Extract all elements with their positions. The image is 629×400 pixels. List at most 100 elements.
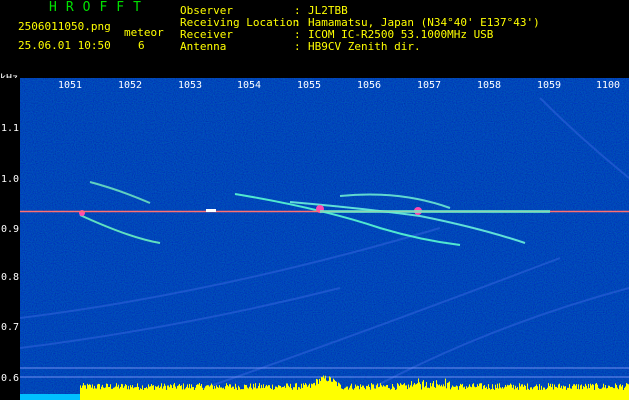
level-bar (564, 386, 565, 400)
level-bar (575, 385, 576, 400)
level-bar (195, 387, 196, 400)
level-bar (503, 388, 504, 400)
level-bar (22, 394, 23, 400)
level-bar (563, 385, 564, 400)
level-bar (261, 384, 262, 400)
level-bar (479, 383, 480, 400)
level-bar (386, 385, 387, 400)
level-bar (260, 388, 261, 400)
level-bar (413, 384, 414, 400)
level-bar (611, 386, 612, 400)
level-bar (515, 385, 516, 400)
level-bar (341, 388, 342, 400)
level-bar (612, 387, 613, 400)
level-bar (381, 385, 382, 400)
level-bar (243, 389, 244, 400)
level-bar (140, 388, 141, 400)
level-bar (277, 387, 278, 400)
level-bar (588, 383, 589, 400)
level-bar (102, 384, 103, 400)
level-bar (455, 386, 456, 400)
level-bar (502, 386, 503, 400)
level-bar (418, 378, 419, 400)
level-bar (25, 394, 26, 400)
level-bar (79, 394, 80, 400)
level-bar (507, 384, 508, 400)
level-bar (472, 384, 473, 400)
level-bar (274, 389, 275, 400)
level-bar (114, 387, 115, 400)
level-bar (511, 384, 512, 400)
level-bar (602, 387, 603, 400)
level-bar (568, 387, 569, 400)
level-bar (475, 387, 476, 400)
level-bar (127, 389, 128, 400)
level-bar (417, 383, 418, 400)
level-bar (338, 382, 339, 400)
level-bar (60, 394, 61, 400)
header-panel: HROFFT 2506011050.png 25.06.01 10:50 met… (0, 0, 629, 84)
y-tick-1.1: 1.1 (1, 123, 20, 134)
level-bar (551, 387, 552, 400)
level-bar (23, 394, 24, 400)
level-bar (342, 388, 343, 400)
level-bar (355, 384, 356, 400)
level-bar (530, 387, 531, 400)
level-bar (202, 387, 203, 400)
level-bar (433, 380, 434, 400)
level-bar (424, 387, 425, 400)
level-bar (561, 385, 562, 400)
level-bar (590, 383, 591, 400)
level-bar (411, 381, 412, 400)
level-bar (428, 387, 429, 400)
level-bar (370, 389, 371, 400)
level-bar (301, 383, 302, 400)
level-bar (272, 384, 273, 400)
x-tick-1051: 1051 (58, 80, 83, 91)
level-bar (615, 383, 616, 400)
level-bar (294, 387, 295, 400)
level-bar (120, 386, 121, 400)
spectrogram: 1051 1052 1053 1054 1055 1056 1057 1058 … (20, 78, 629, 400)
level-bar (419, 382, 420, 400)
level-bar (133, 388, 134, 400)
level-bar (343, 389, 344, 400)
level-bar (64, 394, 65, 400)
level-bar (147, 388, 148, 400)
level-bar (573, 384, 574, 400)
level-bar (434, 387, 435, 400)
level-bar (447, 382, 448, 400)
level-bar (181, 385, 182, 400)
filename-label: 2506011050.png (18, 20, 111, 33)
level-bar (167, 385, 168, 400)
level-bar (46, 394, 47, 400)
level-bar (239, 387, 240, 400)
level-bar (415, 384, 416, 400)
level-bar (123, 387, 124, 400)
level-bar (607, 388, 608, 400)
level-bar (236, 387, 237, 400)
level-bar (216, 385, 217, 400)
level-bar (449, 381, 450, 400)
level-bar (214, 386, 215, 400)
level-bar (432, 383, 433, 400)
level-bar (421, 389, 422, 400)
level-bar (414, 382, 415, 400)
level-bar (67, 394, 68, 400)
level-bar (321, 376, 322, 400)
level-bar (626, 383, 627, 400)
level-bar (460, 383, 461, 400)
level-bar (437, 384, 438, 400)
level-bar (110, 384, 111, 400)
level-bar (104, 388, 105, 400)
level-bar (512, 387, 513, 400)
level-bar (257, 388, 258, 400)
level-bar (139, 389, 140, 400)
x-tick-1056: 1056 (357, 80, 382, 91)
level-bar (442, 386, 443, 400)
level-bar (567, 387, 568, 400)
level-bar (546, 389, 547, 400)
level-bar (600, 388, 601, 400)
level-bar (284, 385, 285, 400)
level-bar (497, 383, 498, 400)
